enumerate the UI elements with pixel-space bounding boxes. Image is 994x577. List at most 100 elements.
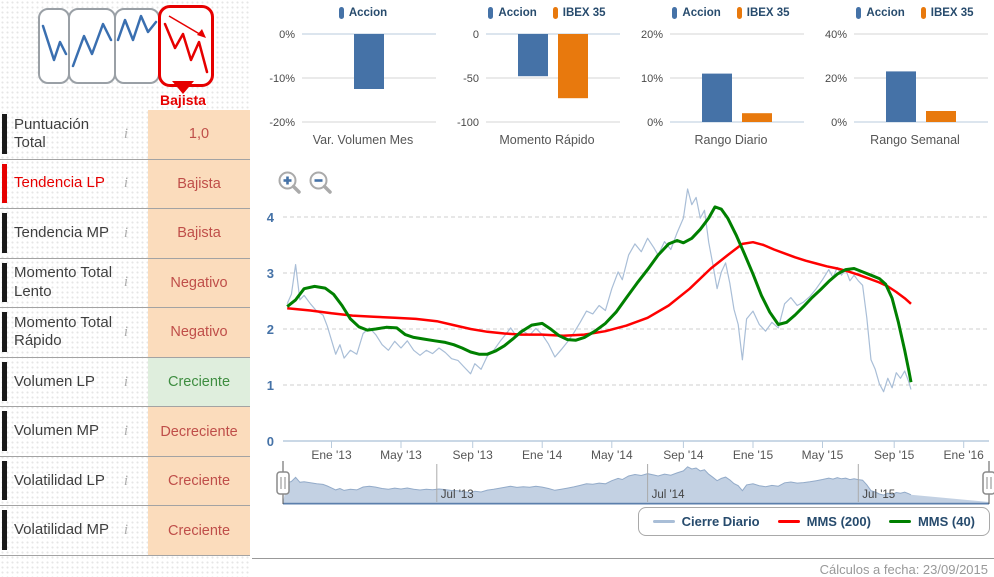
pattern-thumb-4[interactable] [158, 5, 214, 87]
info-icon[interactable]: i [112, 407, 140, 456]
y-tick-label: 3 [267, 266, 274, 281]
mini-chart-rango-semanal: AccionIBEX 35 40%20%0% Rango Semanal [810, 0, 994, 158]
indicator-value: Negativo [148, 308, 250, 357]
indicator-label: Puntuación Total [14, 110, 114, 159]
info-icon[interactable]: i [112, 110, 140, 159]
indicator-label: Momento Total Lento [14, 259, 114, 308]
legend-item[interactable]: IBEX 35 [921, 7, 974, 19]
bar-IBEX 35[interactable] [926, 111, 956, 122]
series-mms-200 [287, 242, 911, 336]
legend-marker [488, 7, 493, 19]
chart-title: Rango Semanal [810, 133, 994, 147]
selected-pattern-label: Bajista [150, 92, 216, 108]
zoom-out-button[interactable] [309, 171, 333, 195]
legend-item[interactable]: Accion [672, 7, 720, 19]
y-tick-label: 10% [641, 73, 663, 85]
y-tick-label: 0 [267, 434, 274, 449]
chart-legend: Accion IBEX 35 [442, 0, 626, 26]
price-history-chart: 01234Ene '13May '13Sep '13Ene '14May '14… [258, 158, 994, 556]
chart-zoom-controls [278, 171, 333, 195]
legend-label: Accion [498, 7, 536, 19]
legend-item[interactable]: Cierre Diario [653, 514, 760, 529]
legend-item[interactable]: IBEX 35 [737, 7, 790, 19]
bar-Accion[interactable] [518, 34, 548, 76]
legend-item[interactable]: MMS (40) [889, 514, 975, 529]
trend-pattern-strip: Bajista [0, 0, 250, 110]
navigator-tick-label: Jul '15 [862, 489, 895, 501]
indicator-value: Creciente [148, 457, 250, 506]
indicator-row: Volumen MPiDecreciente [0, 407, 250, 457]
bar-chart-plot: 0-50-100 [442, 26, 626, 130]
y-tick-label: -50 [463, 73, 479, 85]
navigator-handle[interactable] [983, 472, 994, 494]
legend-label: Accion [349, 7, 387, 19]
y-tick-label: 4 [267, 210, 275, 225]
info-icon[interactable]: i [112, 308, 140, 357]
y-tick-label: -100 [457, 117, 479, 129]
info-icon[interactable]: i [112, 358, 140, 407]
zoom-in-button[interactable] [278, 171, 302, 195]
chart-title: Var. Volumen Mes [258, 133, 442, 147]
legend-label: Accion [866, 7, 904, 19]
legend-item[interactable]: MMS (200) [778, 514, 871, 529]
bar-chart-plot: 0%-10%-20% [258, 26, 442, 130]
info-icon[interactable]: i [112, 457, 140, 506]
legend-label: Accion [682, 7, 720, 19]
bar-Accion[interactable] [702, 74, 732, 122]
pattern-thumb-3[interactable] [114, 8, 160, 84]
indicator-label: Volumen LP [14, 358, 114, 407]
y-tick-label: -10% [269, 73, 295, 85]
legend-marker [856, 7, 861, 19]
x-tick-label: May '14 [591, 448, 633, 462]
bar-IBEX 35[interactable] [558, 34, 588, 98]
footer-divider: Cálculos a fecha: 23/09/2015 [252, 558, 994, 577]
x-tick-label: May '15 [802, 448, 844, 462]
indicator-label: Volatilidad LP [14, 457, 114, 506]
pattern-thumb-1[interactable] [38, 8, 70, 84]
line-chart-plot[interactable]: 01234Ene '13May '13Sep '13Ene '14May '14… [258, 158, 994, 513]
y-tick-label: 0% [831, 117, 847, 129]
x-tick-label: May '13 [380, 448, 422, 462]
indicator-value: Decreciente [148, 407, 250, 456]
info-icon[interactable]: i [112, 209, 140, 258]
x-tick-label: Sep '13 [453, 448, 494, 462]
info-icon[interactable]: i [112, 160, 140, 209]
legend-marker [921, 7, 926, 19]
legend-marker [339, 7, 344, 19]
info-icon[interactable]: i [112, 506, 140, 555]
bar-Accion[interactable] [886, 71, 916, 122]
indicator-row: Volumen LPiCreciente [0, 358, 250, 408]
charts-panel: Accion 0%-10%-20% Var. Volumen Mes Accio… [250, 0, 994, 577]
bar-Accion[interactable] [354, 34, 384, 89]
legend-item[interactable]: Accion [339, 7, 387, 19]
row-accent-bar [2, 114, 7, 154]
row-accent-bar [2, 312, 7, 352]
pattern-thumb-2[interactable] [68, 8, 116, 84]
indicator-value: Creciente [148, 358, 250, 407]
indicator-label: Volumen MP [14, 407, 114, 456]
navigator-handle[interactable] [277, 472, 289, 494]
indicator-value: Creciente [148, 506, 250, 555]
legend-item[interactable]: Accion [488, 7, 536, 19]
x-tick-label: Ene '14 [522, 448, 563, 462]
legend-item[interactable]: IBEX 35 [553, 7, 606, 19]
info-icon[interactable]: i [112, 259, 140, 308]
legend-label: IBEX 35 [931, 7, 974, 19]
y-tick-label: 40% [825, 29, 847, 41]
legend-marker [653, 520, 675, 523]
mini-chart-var-volumen-mes: Accion 0%-10%-20% Var. Volumen Mes [258, 0, 442, 158]
bar-chart-plot: 20%10%0% [626, 26, 810, 130]
y-tick-label: 20% [641, 29, 663, 41]
chart-legend: Accion IBEX 35 [810, 0, 994, 26]
navigator-tick-label: Jul '13 [441, 489, 474, 501]
row-accent-bar [2, 411, 7, 451]
indicator-value: 1,0 [148, 110, 250, 159]
bearish-sketch-icon [161, 8, 211, 84]
bar-IBEX 35[interactable] [742, 113, 772, 122]
series-mms-40 [287, 207, 911, 382]
zoom-out-icon [309, 171, 333, 195]
legend-item[interactable]: Accion [856, 7, 904, 19]
y-tick-label: 1 [267, 378, 274, 393]
indicator-rows: Puntuación Totali1,0Tendencia LPiBajista… [0, 110, 250, 556]
stock-analysis-dashboard: Bajista Puntuación Totali1,0Tendencia LP… [0, 0, 994, 577]
